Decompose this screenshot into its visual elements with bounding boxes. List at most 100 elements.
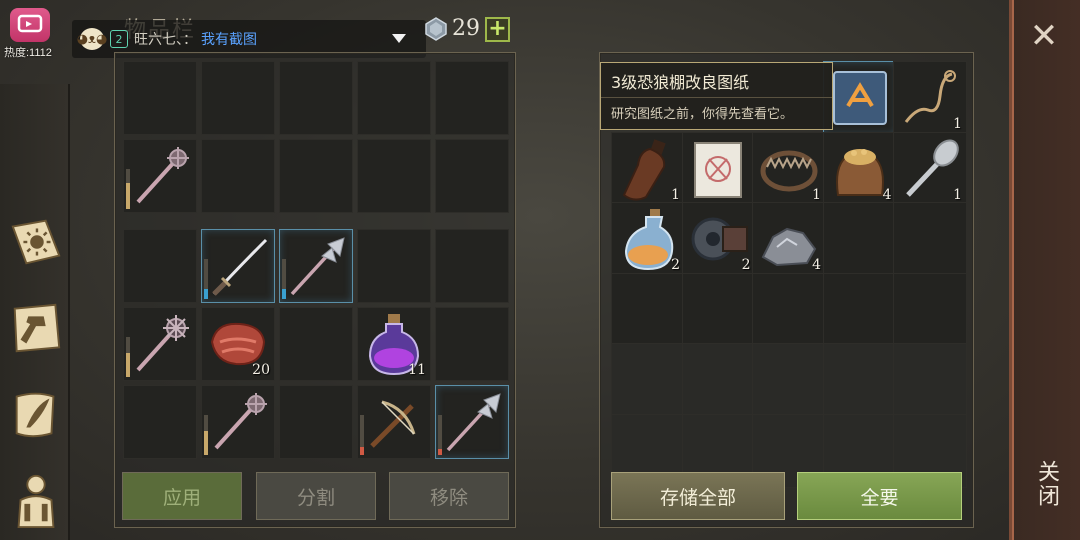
storage-slot[interactable]: 1: [893, 61, 967, 135]
durability-bar: [360, 415, 364, 455]
inventory-slot[interactable]: 11: [357, 307, 431, 381]
item-quantity: 4: [882, 186, 892, 203]
apply-button[interactable]: 应用: [122, 472, 242, 520]
storage-slot[interactable]: [893, 343, 967, 417]
divider: [601, 97, 832, 98]
storage-slot[interactable]: [681, 272, 756, 347]
close-label[interactable]: 关闭: [1028, 460, 1062, 508]
storage-slot[interactable]: 1: [752, 131, 826, 206]
inventory-slot[interactable]: [279, 307, 353, 381]
durability-bar: [204, 259, 208, 299]
inventory-slot[interactable]: [435, 229, 509, 303]
user-level-badge: 2: [110, 30, 128, 48]
item-quantity: 1: [671, 186, 680, 203]
inventory-slot[interactable]: [123, 385, 197, 459]
inventory-slot[interactable]: [123, 139, 197, 213]
item-quantity: 1: [812, 186, 821, 203]
inventory-slot[interactable]: [357, 61, 431, 135]
storage-slot[interactable]: [611, 343, 685, 417]
storage-slot[interactable]: [752, 343, 826, 417]
inventory-slot[interactable]: [201, 229, 275, 303]
item-quantity: 2: [741, 257, 751, 273]
inventory-slot[interactable]: [201, 385, 275, 459]
durability-bar: [204, 415, 208, 455]
close-icon[interactable]: ✕: [1020, 14, 1068, 62]
storage-slot[interactable]: [822, 272, 897, 347]
durability-bar: [126, 337, 130, 377]
inventory-slot[interactable]: [435, 61, 509, 135]
inventory-slot[interactable]: [279, 385, 353, 459]
item-quantity: 20: [252, 362, 270, 378]
storage-slot[interactable]: 1: [611, 131, 685, 206]
inventory-slot[interactable]: [357, 229, 431, 303]
inventory-slot[interactable]: [357, 139, 431, 213]
character-icon: [17, 474, 55, 529]
avatar: ◕ᴥ◕: [77, 28, 107, 50]
storage-slot[interactable]: 4: [752, 202, 826, 276]
storage-slot[interactable]: [611, 272, 685, 347]
storage-slot[interactable]: [893, 202, 967, 276]
store-all-button[interactable]: 存储全部: [611, 472, 785, 520]
spiked-mace-icon: [136, 315, 189, 372]
storage-slot[interactable]: [752, 272, 826, 347]
inventory-slot[interactable]: [435, 307, 509, 381]
side-menu-crafting-button[interactable]: [6, 298, 66, 358]
storage-slot[interactable]: 1: [893, 131, 967, 206]
storage-slot[interactable]: 2: [611, 202, 685, 276]
chevron-down-icon[interactable]: [392, 34, 406, 43]
durability-bar: [438, 415, 442, 455]
tooltip-title: 3级恐狼棚改良图纸: [611, 73, 750, 92]
inventory-slot[interactable]: [435, 139, 509, 213]
blueprint-paper-icon: [693, 141, 742, 198]
storage-slot[interactable]: [681, 343, 756, 417]
side-menu-journal-button[interactable]: [6, 212, 66, 272]
scroll-quill-icon: [15, 392, 55, 438]
storage-slot[interactable]: [893, 272, 967, 347]
add-gems-button[interactable]: +: [485, 17, 510, 42]
inventory-slot[interactable]: [279, 61, 353, 135]
inventory-slot[interactable]: [279, 229, 353, 303]
durability-bar: [126, 169, 130, 209]
item-quantity: 1: [953, 186, 962, 203]
inventory-slot[interactable]: [123, 229, 197, 303]
blueprint-book-icon: [832, 71, 887, 125]
stream-badge: 热度:1112: [0, 0, 66, 62]
inventory-slot[interactable]: [201, 139, 275, 213]
chat-username: 旺六七、：: [134, 32, 197, 48]
halberd-icon: [290, 237, 345, 296]
take-all-button[interactable]: 全要: [797, 472, 962, 520]
mace-icon: [136, 147, 189, 204]
side-menu-character-button[interactable]: [6, 470, 66, 530]
katana-icon: [212, 238, 268, 296]
item-quantity: 2: [671, 257, 680, 273]
remove-button[interactable]: 移除: [389, 472, 509, 520]
inventory-slot[interactable]: [435, 385, 509, 459]
crossbow-icon: [370, 400, 416, 448]
heat-count: 热度:1112: [4, 47, 52, 59]
inventory-slot[interactable]: [123, 61, 197, 135]
item-tooltip: 3级恐狼棚改良图纸 研究图纸之前，你得先查看它。: [600, 62, 833, 130]
inventory-slot[interactable]: [279, 139, 353, 213]
mace-icon: [214, 393, 267, 450]
storage-slot[interactable]: [822, 61, 897, 135]
inventory-slot[interactable]: [123, 307, 197, 381]
close-panel[interactable]: [1009, 0, 1080, 540]
durability-bar: [282, 259, 286, 299]
item-quantity: 11: [408, 362, 426, 378]
side-menu-quests-button[interactable]: [6, 384, 66, 444]
inventory-slot[interactable]: [357, 385, 431, 459]
inventory-slot[interactable]: 20: [201, 307, 275, 381]
halberd-icon: [446, 393, 501, 452]
storage-slot[interactable]: 4: [822, 131, 897, 206]
tooltip-description: 研究图纸之前，你得先查看它。: [611, 107, 794, 122]
storage-slot[interactable]: [822, 202, 897, 276]
storage-slot[interactable]: 2: [681, 202, 756, 276]
inventory-slot[interactable]: [201, 61, 275, 135]
side-menu: [0, 84, 70, 540]
gem-icon: [425, 17, 447, 41]
storage-slot[interactable]: [822, 343, 897, 417]
gem-count: 29: [452, 16, 480, 41]
storage-slot[interactable]: [681, 131, 756, 206]
item-quantity: 4: [812, 257, 821, 273]
split-button[interactable]: 分割: [256, 472, 376, 520]
